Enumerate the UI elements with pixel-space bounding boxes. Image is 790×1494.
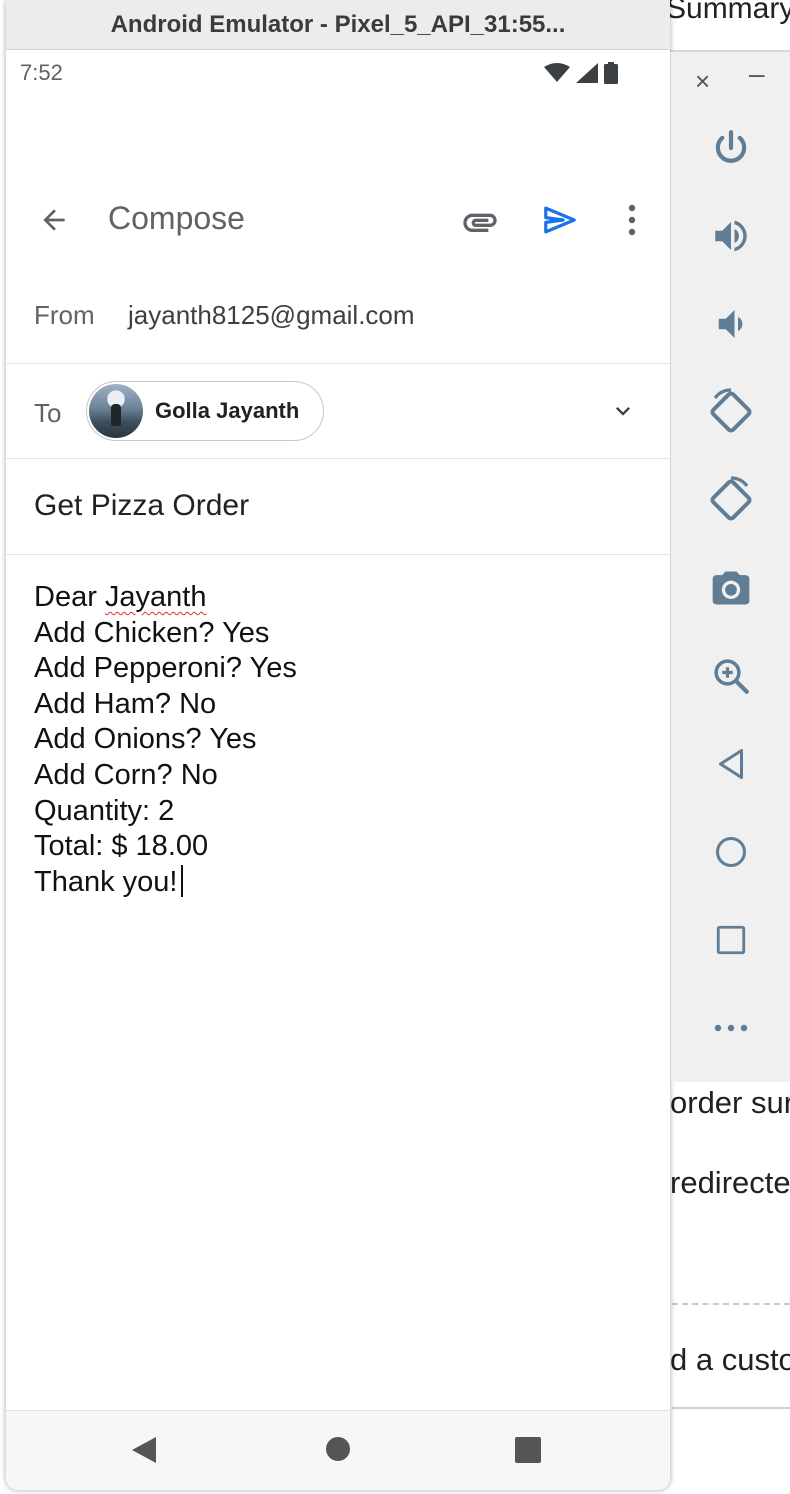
text-cursor xyxy=(181,864,184,897)
body-line-text: Dear xyxy=(34,581,105,613)
volume-up-button[interactable] xyxy=(705,210,757,262)
send-button[interactable] xyxy=(538,198,582,242)
paperclip-icon xyxy=(463,213,497,232)
to-label: To xyxy=(34,398,62,428)
signal-icon xyxy=(576,63,598,83)
body-line: Add Chicken? Yes xyxy=(34,616,270,649)
status-icons xyxy=(544,62,618,84)
to-row[interactable]: To Golla Jayanth xyxy=(6,364,670,459)
background-text-line: d a custor xyxy=(670,1342,790,1377)
nav-back-icon[interactable] xyxy=(130,1435,158,1465)
body-line: Add Corn? No xyxy=(34,758,218,791)
nav-overview-icon[interactable] xyxy=(514,1436,542,1464)
body-line-text: Thank you! xyxy=(34,865,178,898)
toolbar-minimize-button[interactable]: – xyxy=(749,58,765,90)
recipient-chip[interactable]: Golla Jayanth xyxy=(86,381,324,441)
arrow-back-icon xyxy=(43,209,65,231)
email-body[interactable]: Dear Jayanth Add Chicken? Yes Add Pepper… xyxy=(34,580,644,900)
rotate-right-button[interactable] xyxy=(705,474,757,526)
emulator-window: Android Emulator - Pixel_5_API_31:55... … xyxy=(6,0,670,1490)
from-label: From xyxy=(34,300,95,330)
rotate-left-button[interactable] xyxy=(705,386,757,438)
toolbar-overview-button[interactable] xyxy=(705,914,757,966)
background-divider xyxy=(672,1407,790,1409)
body-line: Add Pepperoni? Yes xyxy=(34,652,297,685)
misspelled-word[interactable]: Jayanth xyxy=(105,581,207,613)
body-line: Thank you! xyxy=(34,864,644,901)
subject-field[interactable]: Get Pizza Order xyxy=(34,489,249,523)
status-bar: 7:52 xyxy=(6,50,670,96)
android-nav-bar xyxy=(6,1410,670,1490)
background-text-line: order sur xyxy=(670,1085,790,1120)
more-icon xyxy=(714,1024,748,1032)
zoom-button[interactable] xyxy=(705,650,757,702)
subject-row[interactable]: Get Pizza Order xyxy=(6,459,670,555)
wifi-icon xyxy=(544,63,570,82)
body-line: Total: $ 18.00 xyxy=(34,830,209,863)
overview-icon xyxy=(716,925,746,955)
more-vert-icon xyxy=(628,204,636,236)
background-text-line: redirecte xyxy=(670,1165,790,1200)
back-button[interactable] xyxy=(34,200,74,240)
more-options-button[interactable] xyxy=(614,198,650,242)
attach-button[interactable] xyxy=(458,200,502,244)
body-line: Dear Jayanth xyxy=(34,580,644,616)
volume-down-button[interactable] xyxy=(705,298,757,350)
chevron-down-icon xyxy=(616,407,630,416)
toolbar-more-button[interactable] xyxy=(705,1002,757,1054)
power-icon xyxy=(715,130,747,163)
body-line: Add Onions? Yes xyxy=(34,723,257,756)
emulator-title: Android Emulator - Pixel_5_API_31:55... xyxy=(110,10,566,38)
home-icon xyxy=(716,837,746,867)
zoom-icon xyxy=(714,659,749,694)
volume-up-icon xyxy=(715,220,747,252)
battery-icon xyxy=(604,62,618,84)
from-address[interactable]: jayanth8125@gmail.com xyxy=(128,300,415,331)
toolbar-back-button[interactable] xyxy=(705,738,757,790)
rotate-left-icon xyxy=(710,388,752,433)
emulator-toolbar: × – xyxy=(670,52,790,1082)
toolbar-close-button[interactable]: × xyxy=(695,66,710,97)
send-icon xyxy=(544,206,576,234)
toolbar-home-button[interactable] xyxy=(705,826,757,878)
nav-home-icon[interactable] xyxy=(324,1435,352,1463)
page-title: Compose xyxy=(108,200,245,236)
recipient-name: Golla Jayanth xyxy=(155,398,300,423)
avatar xyxy=(89,384,143,438)
screenshot-button[interactable] xyxy=(705,562,757,614)
volume-down-icon xyxy=(718,310,743,338)
status-time: 7:52 xyxy=(20,60,63,85)
back-icon xyxy=(719,749,743,779)
background-summary-text: Summary xyxy=(666,0,790,25)
power-button[interactable] xyxy=(705,122,757,174)
emulator-titlebar[interactable]: Android Emulator - Pixel_5_API_31:55... xyxy=(6,0,670,50)
expand-recipients-button[interactable] xyxy=(606,394,640,428)
body-line: Add Ham? No xyxy=(34,687,217,720)
from-row[interactable]: From jayanth8125@gmail.com xyxy=(6,270,670,364)
compose-app-bar: Compose xyxy=(6,178,670,264)
background-dashed-divider xyxy=(672,1303,790,1305)
body-line: Quantity: 2 xyxy=(34,794,175,827)
camera-icon xyxy=(712,571,750,605)
rotate-right-icon xyxy=(710,476,752,521)
